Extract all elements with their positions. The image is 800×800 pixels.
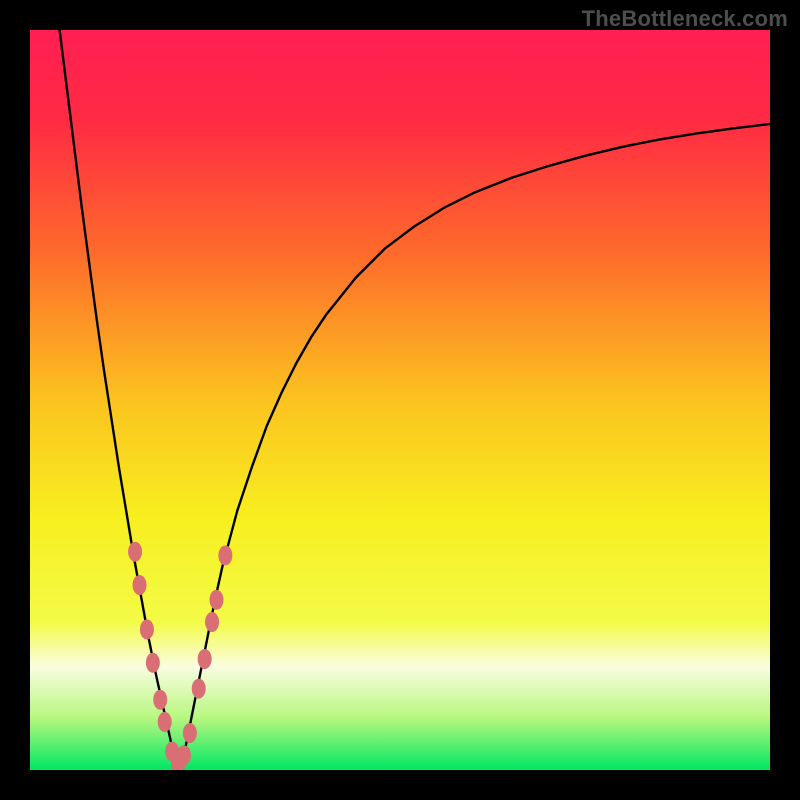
scatter-point [146,653,160,673]
scatter-point [218,545,232,565]
scatter-point [198,649,212,669]
scatter-point [158,712,172,732]
scatter-point [140,619,154,639]
scatter-point [205,612,219,632]
watermark-label: TheBottleneck.com [582,6,788,32]
plot-area [30,30,770,770]
scatter-point [133,575,147,595]
scatter-point [209,590,223,610]
scatter-point [192,679,206,699]
scatter-point [128,542,142,562]
chart-frame: TheBottleneck.com [0,0,800,800]
scatter-point [153,690,167,710]
scatter-point [177,745,191,765]
gradient-background [30,30,770,770]
scatter-point [183,723,197,743]
chart-svg [30,30,770,770]
